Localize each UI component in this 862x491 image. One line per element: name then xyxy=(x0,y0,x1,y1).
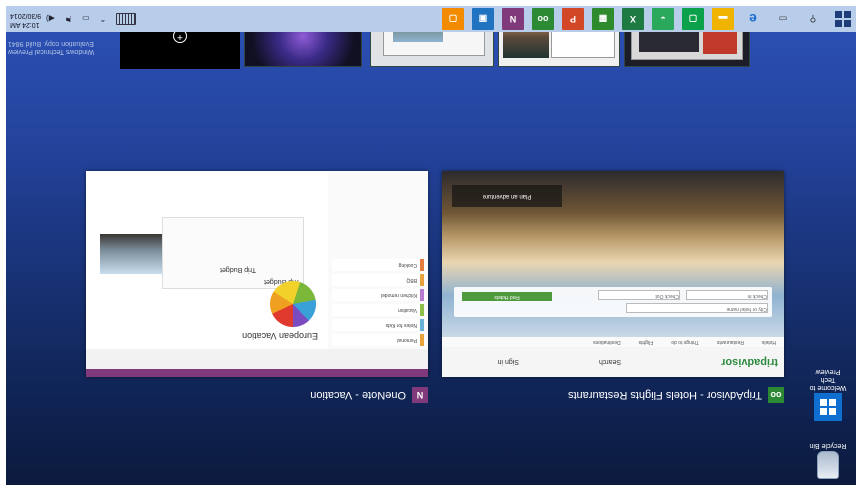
search-link[interactable]: Search xyxy=(599,359,621,366)
photos-icon: ▣ xyxy=(478,14,488,25)
destination-input[interactable]: City or hotel name xyxy=(626,303,768,313)
trip-budget-card: Trip Budget xyxy=(162,217,304,289)
ie-icon: e xyxy=(749,11,757,27)
recycle-bin-icon xyxy=(817,451,839,479)
budget-title: Trip Budget xyxy=(220,266,256,273)
tripadvisor-window-caption[interactable]: oo TripAdvisor - Hotels Flights Restaura… xyxy=(568,385,784,405)
tripadvisor-icon: oo xyxy=(768,387,784,403)
tripadvisor-button[interactable]: oo xyxy=(532,8,554,30)
file-explorer-icon: ▬ xyxy=(718,14,728,24)
budget-pie-chart xyxy=(270,281,316,327)
reader-icon: ▢ xyxy=(448,14,458,25)
project-button[interactable]: ▦ xyxy=(592,8,614,30)
site-nav: Hotels Restaurants Things to do Flights … xyxy=(442,336,784,347)
onenote-button[interactable]: N xyxy=(502,8,524,30)
nav-hotels[interactable]: Hotels xyxy=(762,339,776,345)
tripadvisor-logo: tripadvisor xyxy=(721,356,778,368)
nav-restaurants[interactable]: Restaurants xyxy=(717,339,744,345)
desktop: Recycle Bin Welcome to Tech Preview oo T… xyxy=(6,6,856,485)
sign-in-link[interactable]: Sign in xyxy=(498,359,519,366)
file-explorer-button[interactable]: ▬ xyxy=(712,8,734,30)
onenote-icon: N xyxy=(412,387,428,403)
task-view-icon: ▭ xyxy=(778,14,788,25)
browser-toolbar: tripadvisor Search Sign in xyxy=(442,346,784,377)
system-tray: ⌃ ▭ ⚑ ◀) xyxy=(46,6,137,32)
clock-time: 10:24 AM xyxy=(10,21,40,28)
store-bag-icon: ◒ xyxy=(660,14,666,24)
find-hotels-button[interactable]: Find Hotels xyxy=(462,292,552,301)
project-icon: ▦ xyxy=(598,14,608,25)
recycle-bin-label: Recycle Bin xyxy=(809,442,847,449)
thumb-image xyxy=(703,30,737,54)
photos-button[interactable]: ▣ xyxy=(472,8,494,30)
onenote-window-title: OneNote - Vacation xyxy=(310,389,406,401)
powerpoint-button[interactable]: P xyxy=(562,8,584,30)
section-kitchen-remodel[interactable]: Kitchen remodel xyxy=(332,289,424,301)
tripadvisor-icon: oo xyxy=(537,14,549,24)
start-button[interactable] xyxy=(830,6,856,32)
hotel-search-panel: City or hotel name Check in Check Out Fi… xyxy=(454,287,772,317)
excel-icon: X xyxy=(630,14,637,24)
section-list: Personal Notes for Kids Vacation Kitchen… xyxy=(327,171,428,349)
taskbar: ⚲ ▭ e ▬ ▢ ◒ X ▦ P oo N ▣ ▢ ⌃ ▭ ⚑ ◀) 10:2… xyxy=(6,6,856,32)
pinned-apps: ⚲ ▭ e ▬ ▢ ◒ X ▦ P oo N ▣ ▢ xyxy=(438,8,828,30)
section-vacation[interactable]: Vacation xyxy=(332,304,424,316)
recycle-bin[interactable]: Recycle Bin xyxy=(808,441,848,479)
page-title: European Vacation xyxy=(242,331,318,341)
windows-start-icon xyxy=(835,11,851,27)
section-personal[interactable]: Personal xyxy=(332,334,424,346)
tripadvisor-window-title: TripAdvisor - Hotels Flights Restaurants xyxy=(568,389,762,401)
section-notes-for-kids[interactable]: Notes for Kids xyxy=(332,319,424,331)
hero-image: City or hotel name Check in Check Out Fi… xyxy=(442,171,784,337)
section-cooking[interactable]: Cooking xyxy=(332,259,424,271)
store-button[interactable]: ▢ xyxy=(682,8,704,30)
powerpoint-icon: P xyxy=(570,14,577,24)
onenote-icon: N xyxy=(509,14,517,24)
promo-overlay: Plan an adventure xyxy=(452,185,562,207)
check-out-field[interactable]: Check Out xyxy=(598,290,680,300)
keyboard-icon[interactable] xyxy=(116,13,137,25)
onenote-window-thumbnail[interactable]: Personal Notes for Kids Vacation Kitchen… xyxy=(86,171,428,377)
watermark-line-1: Windows Technical Preview xyxy=(8,48,95,55)
clock-date: 9/30/2014 xyxy=(10,12,42,19)
nav-things-to-do[interactable]: Things to do xyxy=(671,339,699,345)
store-icon: ▢ xyxy=(688,14,698,25)
volume-icon[interactable]: ◀) xyxy=(46,15,55,24)
search-icon: ⚲ xyxy=(809,14,817,25)
watermark-line-2: Evaluation copy. Build 9841 xyxy=(8,40,94,47)
action-center-flag-icon[interactable]: ⚑ xyxy=(65,15,72,24)
check-in-field[interactable]: Check in xyxy=(686,290,768,300)
onenote-window-caption[interactable]: N OneNote - Vacation xyxy=(310,385,428,405)
excel-button[interactable]: X xyxy=(622,8,644,30)
network-icon[interactable]: ▭ xyxy=(82,15,90,24)
onenote-ribbon xyxy=(86,348,428,377)
nav-flights[interactable]: Flights xyxy=(639,339,654,345)
build-watermark: Windows Technical Preview Evaluation cop… xyxy=(8,39,94,55)
clock[interactable]: 10:24 AM 9/30/2014 xyxy=(10,11,41,29)
section-bbq[interactable]: BBQ xyxy=(332,274,424,286)
vacation-photo xyxy=(100,234,164,274)
welcome-shortcut[interactable]: Welcome to Tech Preview xyxy=(808,367,848,421)
screen: Recycle Bin Welcome to Tech Preview oo T… xyxy=(0,0,862,491)
ie-button[interactable]: e xyxy=(742,8,764,30)
windows-logo-icon xyxy=(814,393,842,421)
nav-destinations[interactable]: Destinations xyxy=(593,339,621,345)
store-bag-button[interactable]: ◒ xyxy=(652,8,674,30)
tripadvisor-window-thumbnail[interactable]: tripadvisor Search Sign in Hotels Restau… xyxy=(442,171,784,377)
task-view-button[interactable]: ▭ xyxy=(772,8,794,30)
welcome-shortcut-label: Welcome to Tech Preview xyxy=(809,368,847,391)
search-button[interactable]: ⚲ xyxy=(802,8,824,30)
chevron-up-icon[interactable]: ⌃ xyxy=(100,15,107,24)
reader-button[interactable]: ▢ xyxy=(442,8,464,30)
